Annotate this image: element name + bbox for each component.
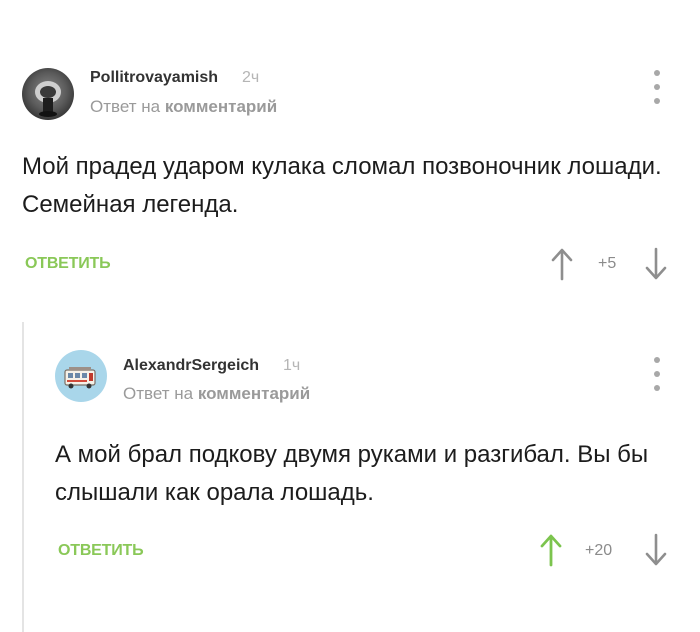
username[interactable]: Pollitrovayamish	[90, 69, 218, 87]
username[interactable]: AlexandrSergeich	[123, 357, 259, 375]
upvote-button-active[interactable]	[537, 532, 565, 568]
comments-page: Pollitrovayamish 2ч Ответ на комментарий…	[0, 0, 700, 632]
vertical-dots-icon	[654, 70, 660, 76]
downvote-button[interactable]	[642, 246, 670, 282]
arrow-down-icon	[645, 247, 667, 280]
vote-score: +20	[585, 542, 613, 559]
reply-to-comment-link[interactable]: комментарий	[198, 384, 310, 403]
downvote-button[interactable]	[642, 532, 670, 568]
vote-score: +5	[598, 255, 617, 272]
timestamp: 1ч	[283, 357, 301, 374]
reply-button[interactable]: ОТВЕТИТЬ	[58, 542, 144, 560]
timestamp: 2ч	[242, 69, 260, 86]
reply-to-line: Ответ на комментарий	[90, 97, 277, 117]
arrow-down-icon	[645, 533, 667, 566]
reply-to-prefix: Ответ на	[123, 384, 194, 403]
comment-text: Мой прадед ударом кулака сломал позвоноч…	[22, 153, 662, 218]
reply-to-line: Ответ на комментарий	[123, 384, 310, 404]
reply-to-comment-link[interactable]: комментарий	[165, 97, 277, 116]
vertical-dots-icon	[654, 357, 660, 363]
avatar[interactable]	[22, 68, 74, 120]
arrow-up-icon	[540, 534, 562, 567]
avatar[interactable]	[55, 350, 107, 402]
avatar-image	[22, 68, 74, 120]
reply-to-prefix: Ответ на	[90, 97, 161, 116]
comment-reply: AlexandrSergeich 1ч Ответ на комментарий…	[0, 320, 700, 632]
upvote-button[interactable]	[548, 246, 576, 282]
comment: Pollitrovayamish 2ч Ответ на комментарий…	[0, 0, 700, 300]
more-options-button[interactable]	[649, 357, 665, 391]
more-options-button[interactable]	[649, 70, 665, 104]
arrow-up-icon	[551, 248, 573, 281]
avatar-image	[55, 350, 107, 402]
comment-text: А мой брал подкову двумя руками и разгиб…	[55, 441, 649, 506]
reply-button[interactable]: ОТВЕТИТЬ	[25, 255, 111, 273]
